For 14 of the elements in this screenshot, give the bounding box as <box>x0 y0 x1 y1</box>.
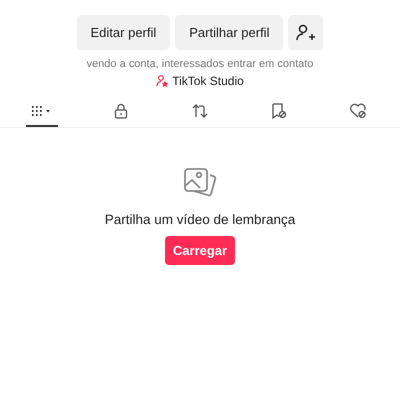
upload-button[interactable]: Carregar <box>164 236 236 265</box>
profile-button[interactable]: Partilhar perfil <box>175 15 284 50</box>
profile-button[interactable]: Editar perfil <box>76 15 170 50</box>
add-friend-button[interactable] <box>288 15 324 50</box>
add-person-icon <box>296 24 316 42</box>
empty-message: Partilha um vídeo de lembrança <box>104 212 296 227</box>
studio-link[interactable]: TikTok Studio <box>156 74 244 88</box>
repost-icon <box>190 102 209 118</box>
bio-text: vendo a conta, interessados entrar em contato <box>86 58 314 70</box>
person-star-icon <box>156 75 168 87</box>
heart-icon <box>349 102 368 118</box>
bookmark-icon <box>271 102 288 118</box>
grid-icon <box>30 104 53 116</box>
lock-icon <box>114 102 128 118</box>
